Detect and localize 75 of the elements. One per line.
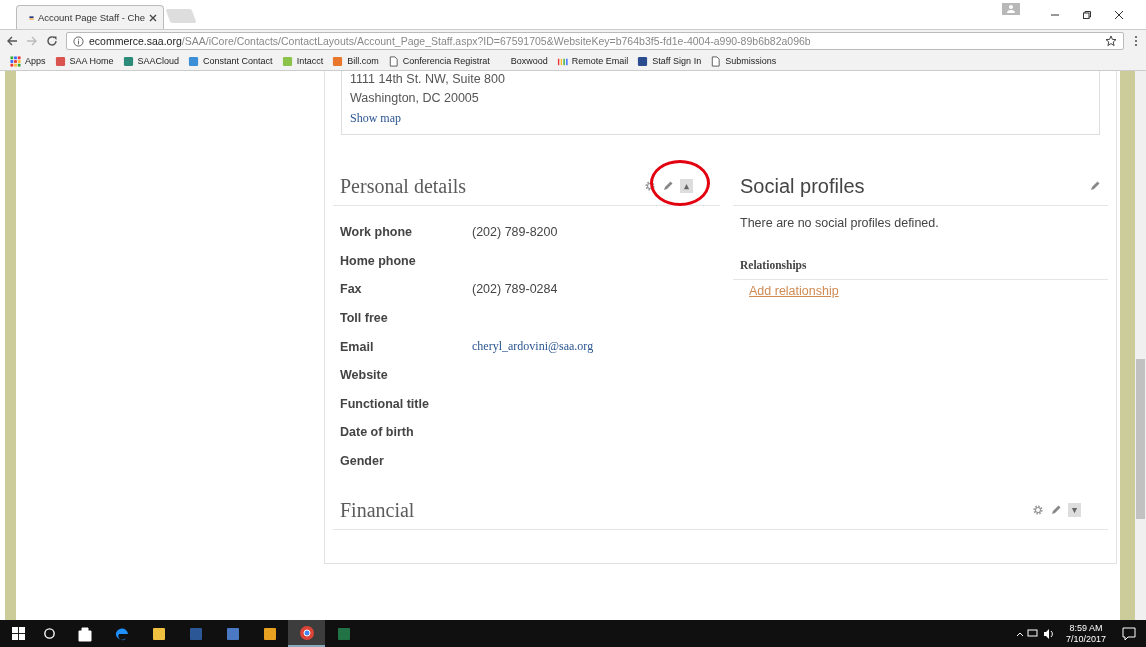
info-icon — [73, 35, 84, 47]
close-icon[interactable] — [149, 13, 157, 22]
tray-icons[interactable] — [1015, 627, 1056, 640]
bookmark-link[interactable]: SAA Home — [54, 55, 114, 67]
highlight-circle — [650, 160, 710, 206]
menu-icon[interactable] — [1134, 35, 1138, 47]
section-title: Financial — [340, 498, 415, 522]
apps-grid-icon — [10, 55, 21, 67]
bookmark-link[interactable]: Remote Email — [556, 55, 629, 67]
excel-app-icon — [335, 625, 352, 642]
field-value: (202) 789-8200 — [472, 225, 558, 240]
pencil-icon[interactable] — [1050, 504, 1062, 517]
collapse-toggle[interactable] — [680, 179, 693, 193]
expand-toggle[interactable] — [1068, 503, 1081, 518]
search-icon[interactable] — [43, 627, 56, 640]
field-label: Fax — [340, 282, 363, 297]
clock-date: 7/10/2017 — [1065, 633, 1106, 645]
bookmark-link[interactable]: Staff Sign In — [637, 55, 702, 67]
pencil-icon[interactable] — [662, 180, 674, 192]
section-title: Social profiles — [740, 174, 865, 198]
show-map-link[interactable]: Show map — [350, 111, 401, 126]
bookmark-link[interactable]: Bill.com — [332, 55, 379, 67]
email-link[interactable]: cheryl_ardovini@saa.org — [472, 339, 594, 355]
field-label: Work phone — [340, 225, 413, 240]
site-favicon-icon — [637, 55, 649, 67]
bookmark-link[interactable]: Boxwood — [498, 56, 548, 66]
folder-app-icon — [150, 625, 167, 642]
field-label: Email — [340, 339, 375, 354]
restore-icon[interactable] — [1082, 10, 1092, 20]
caret-down-icon — [1071, 506, 1078, 514]
address-bar[interactable]: ecommerce.saa.org/SAA/iCore/Contacts/ContactLayouts/Account_Page_Staff.aspx?ID=67591705&WebsiteKey=b764b3f5-fd1e-4004-a990-89b6b82a096b — [66, 32, 1124, 50]
network-app-icon — [224, 625, 241, 642]
field-value: (202) 789-0284 — [472, 282, 558, 297]
gear-icon[interactable] — [1032, 504, 1044, 517]
outlook-app-icon — [261, 625, 278, 642]
bookmark-link[interactable]: Constant Contact — [188, 55, 273, 67]
field-label: Toll free — [340, 311, 389, 326]
field-label: Website — [340, 368, 389, 383]
close-icon[interactable] — [1114, 10, 1124, 20]
address-line: Washington, DC 20005 — [350, 90, 479, 106]
gear-icon[interactable] — [644, 180, 656, 192]
site-favicon-icon — [188, 55, 200, 67]
field-label: Date of birth — [340, 425, 415, 440]
field-label: Gender — [340, 454, 385, 469]
section-title: Personal details — [340, 174, 467, 198]
empty-message: There are no social profiles defined. — [740, 216, 939, 230]
back-icon[interactable] — [6, 35, 18, 47]
notifications-icon[interactable] — [1122, 626, 1136, 641]
caret-up-icon — [683, 182, 690, 190]
pencil-icon[interactable] — [1089, 180, 1101, 192]
browser-tab[interactable]: Account Page Staff - Che — [16, 5, 164, 29]
reload-icon[interactable] — [46, 35, 58, 47]
site-favicon-icon — [122, 55, 134, 67]
page-icon — [710, 55, 722, 67]
site-favicon-icon — [54, 55, 66, 67]
store-app-icon — [76, 625, 93, 642]
bookmark-link[interactable]: Conferencia Registrat — [387, 55, 490, 67]
site-favicon-icon — [332, 55, 344, 67]
windows-start-icon[interactable] — [12, 627, 25, 640]
bookmark-link[interactable]: SAACloud — [122, 55, 180, 67]
bookmark-link[interactable]: Submissions — [710, 55, 777, 67]
bookmark-link[interactable]: Apps — [10, 55, 46, 67]
bookmark-link[interactable]: Intacct — [281, 55, 324, 67]
address-line: 1111 14th St. NW, Suite 800 — [350, 71, 505, 87]
field-label: Home phone — [340, 253, 417, 268]
field-label: Functional title — [340, 396, 430, 411]
word-app-icon — [187, 625, 204, 642]
page-icon — [387, 55, 399, 67]
bookmark-star-icon[interactable] — [1105, 35, 1117, 47]
site-favicon-icon — [281, 55, 293, 67]
chrome-app-icon — [298, 624, 315, 641]
subsection-title: Relationships — [740, 259, 807, 271]
edge-app-icon — [113, 625, 130, 642]
clock-time: 8:59 AM — [1069, 622, 1103, 634]
scrollbar[interactable] — [1135, 71, 1146, 620]
